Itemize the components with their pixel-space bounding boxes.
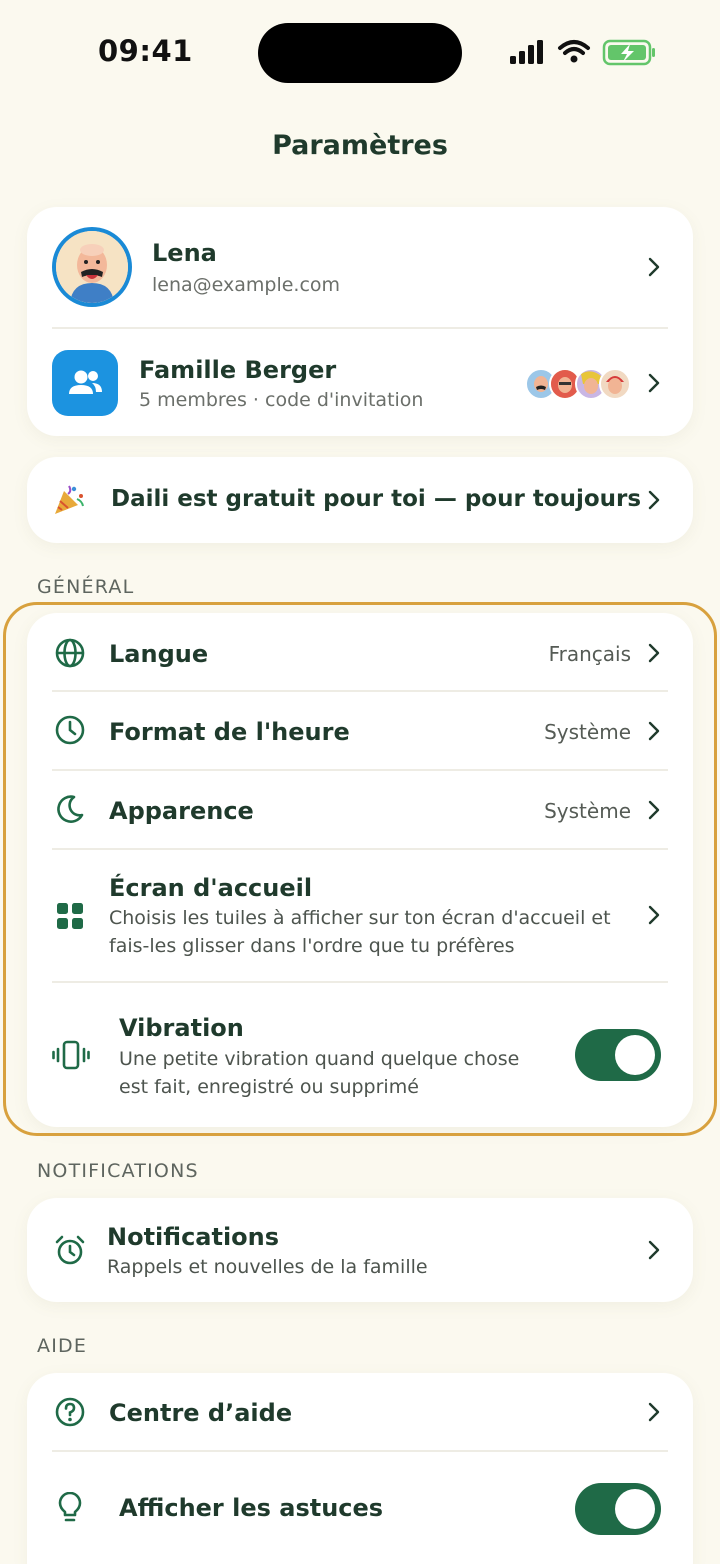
highlight-outline [3,602,717,1136]
help-center-row[interactable]: Centre d’aide [27,1373,693,1450]
help-circle-icon [55,1397,85,1427]
notifications-desc: Rappels et nouvelles de la famille [107,1256,428,1278]
section-label-notifications: NOTIFICATIONS [37,1160,199,1182]
dynamic-island [258,23,462,83]
help-center-label: Centre d’aide [109,1399,293,1427]
avatar [52,227,132,307]
chevron-right-icon [648,257,660,277]
tips-row: Afficher les astuces [27,1452,693,1564]
account-card: Lena lena@example.com Famille Berger 5 m… [27,207,693,436]
chevron-right-icon [648,1402,660,1422]
family-icon [52,350,118,416]
signal-icon [510,40,543,64]
profile-name: Lena [152,239,217,267]
profile-row[interactable]: Lena lena@example.com [27,207,693,327]
chevron-right-icon [648,1240,660,1260]
profile-email: lena@example.com [152,274,341,296]
status-time: 09:41 [98,34,193,68]
tips-label: Afficher les astuces [119,1494,384,1522]
notifications-card[interactable]: Notifications Rappels et nouvelles de la… [27,1198,693,1302]
family-subtitle: 5 membres · code d'invitation [139,389,424,411]
help-card: Centre d’aide Afficher les astuces [27,1373,693,1564]
family-name: Famille Berger [139,356,337,384]
status-icons [510,38,660,68]
lightbulb-icon [58,1492,82,1522]
battery-icon [602,39,655,66]
chevron-right-icon [648,490,660,510]
promo-card[interactable]: Daili est gratuit pour toi — pour toujou… [27,457,693,543]
member-avatar [599,368,631,400]
section-label-help: AIDE [37,1335,88,1357]
toggle-knob [615,1489,655,1529]
page-title: Paramètres [272,130,448,161]
status-bar: 09:41 [0,0,720,100]
wifi-icon [558,40,590,63]
tips-toggle[interactable] [575,1483,661,1535]
chevron-right-icon [648,373,660,393]
party-popper-icon [55,485,84,514]
section-label-general: GÉNÉRAL [37,576,135,598]
alarm-clock-icon [55,1235,85,1265]
promo-text: Daili est gratuit pour toi — pour toujou… [111,486,642,512]
notifications-label: Notifications [107,1223,280,1251]
family-member-avatars [525,368,633,400]
